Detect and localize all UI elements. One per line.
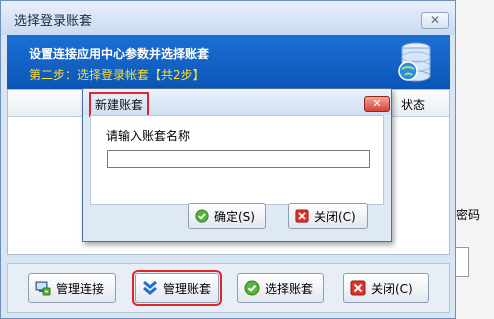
- select-account-button[interactable]: 选择账套: [237, 273, 324, 303]
- wizard-step: 第二步：选择登录帐套【共2步】: [29, 68, 205, 82]
- background-input-fragment: [456, 247, 469, 277]
- database-globe-icon: [398, 42, 431, 82]
- account-name-input[interactable]: [107, 150, 370, 168]
- column-header-status[interactable]: 状态: [401, 96, 425, 113]
- dialog-ok-label: 确定(S): [214, 209, 255, 224]
- close-icon: ✕: [372, 97, 382, 110]
- close-icon: [350, 280, 366, 296]
- dialog-ok-button[interactable]: 确定(S): [188, 203, 266, 229]
- manage-connection-button[interactable]: 管理连接: [28, 273, 116, 303]
- wizard-header: 设置连接应用中心参数并选择账套 第二步：选择登录帐套【共2步】: [7, 35, 450, 89]
- dialog-titlebar: 新建账套 ✕: [83, 89, 391, 117]
- chevron-down-icon: [143, 280, 157, 295]
- close-icon: [295, 209, 309, 223]
- window-title: 选择登录账套: [14, 14, 93, 29]
- action-toolbar: 管理连接 管理账套 选择账套 关闭(C): [7, 263, 450, 313]
- dialog-title: 新建账套: [89, 92, 150, 117]
- window-titlebar: 选择登录账套 ✕: [1, 1, 455, 35]
- manage-account-label: 管理账套: [163, 281, 212, 296]
- close-button[interactable]: 关闭(C): [343, 273, 429, 303]
- dialog-cancel-label: 关闭(C): [314, 209, 356, 224]
- close-icon: ✕: [429, 13, 441, 27]
- close-label: 关闭(C): [371, 281, 413, 296]
- window-close-button[interactable]: ✕: [421, 12, 449, 29]
- dialog-close-button[interactable]: ✕: [364, 96, 390, 112]
- manage-connection-icon: [35, 281, 51, 296]
- new-account-dialog: 新建账套 ✕ 请输入账套名称 确定(S) 关闭(C): [82, 88, 392, 242]
- check-icon: [195, 209, 209, 223]
- dialog-cancel-button[interactable]: 关闭(C): [288, 203, 368, 229]
- account-name-label: 请输入账套名称: [106, 129, 191, 143]
- wizard-heading: 设置连接应用中心参数并选择账套: [29, 47, 210, 61]
- manage-account-button[interactable]: 管理账套: [132, 270, 222, 306]
- manage-connection-label: 管理连接: [56, 281, 105, 296]
- dialog-body: 请输入账套名称: [90, 115, 384, 205]
- select-account-label: 选择账套: [265, 281, 314, 296]
- check-icon: [244, 280, 260, 296]
- background-password-label: 密码: [456, 208, 481, 222]
